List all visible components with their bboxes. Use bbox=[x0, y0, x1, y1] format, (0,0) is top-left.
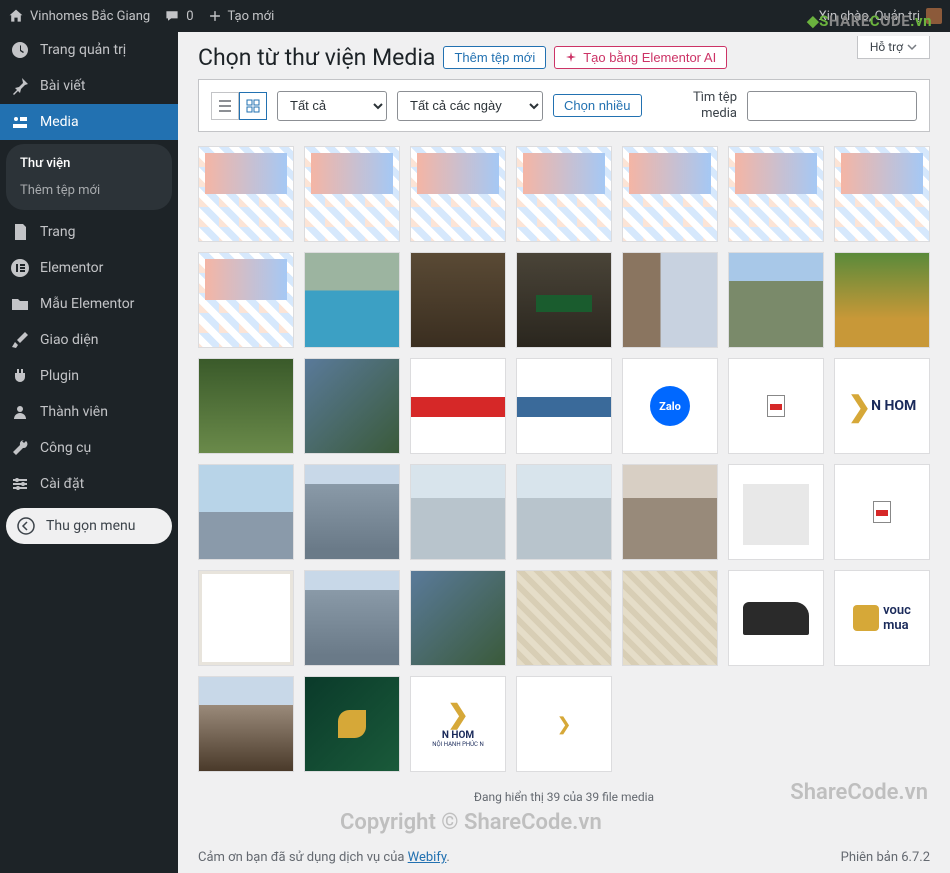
filter-date-select[interactable]: Tất cả các ngày bbox=[397, 91, 543, 121]
menu-elementor-templates[interactable]: Mẫu Elementor bbox=[0, 286, 178, 322]
plus-icon bbox=[208, 9, 222, 23]
search-label: Tìm tệpmedia bbox=[693, 90, 737, 121]
media-tile[interactable] bbox=[304, 464, 400, 560]
media-tile[interactable] bbox=[198, 146, 294, 242]
media-tile[interactable] bbox=[516, 146, 612, 242]
media-tile[interactable] bbox=[410, 358, 506, 454]
media-tile[interactable] bbox=[198, 464, 294, 560]
media-tile[interactable] bbox=[834, 464, 930, 560]
sparkle-icon bbox=[565, 52, 577, 64]
dashboard-icon bbox=[10, 40, 30, 60]
new-content-link[interactable]: Tạo mới bbox=[208, 9, 275, 24]
media-tile[interactable] bbox=[410, 146, 506, 242]
elementor-ai-button[interactable]: Tạo bằng Elementor AI bbox=[554, 46, 727, 69]
folder-icon bbox=[10, 294, 30, 314]
footer-link[interactable]: Webify bbox=[408, 850, 447, 865]
menu-dashboard[interactable]: Trang quản trị bbox=[0, 32, 178, 68]
menu-settings[interactable]: Cài đặt bbox=[0, 466, 178, 502]
media-tile[interactable] bbox=[198, 252, 294, 348]
page-icon bbox=[10, 222, 30, 242]
search-input[interactable] bbox=[747, 91, 917, 121]
media-tile[interactable] bbox=[622, 464, 718, 560]
media-tile[interactable] bbox=[622, 570, 718, 666]
menu-users[interactable]: Thành viên bbox=[0, 394, 178, 430]
submenu-add-new[interactable]: Thêm tệp mới bbox=[6, 177, 172, 204]
admin-sidebar: Trang quản trị Bài viết Media Thư viện T… bbox=[0, 32, 178, 873]
menu-elementor[interactable]: Elementor bbox=[0, 250, 178, 286]
settings-icon bbox=[10, 474, 30, 494]
media-tile[interactable] bbox=[304, 252, 400, 348]
media-grid: Zalo ❯N HOM voucmua ❯N HOMNỘI HẠNH PHÚC N❯ bbox=[198, 146, 930, 772]
page-title: Chọn từ thư viện Media bbox=[198, 44, 435, 71]
media-tile[interactable]: ❯N HOM bbox=[834, 358, 930, 454]
bulk-select-button[interactable]: Chọn nhiều bbox=[553, 94, 642, 117]
elementor-icon bbox=[10, 258, 30, 278]
media-tile[interactable] bbox=[728, 464, 824, 560]
media-tile[interactable] bbox=[304, 676, 400, 772]
comment-icon bbox=[164, 8, 180, 24]
menu-plugins[interactable]: Plugin bbox=[0, 358, 178, 394]
view-list-button[interactable] bbox=[211, 92, 239, 120]
submenu-library[interactable]: Thư viện bbox=[6, 150, 172, 177]
media-tile[interactable] bbox=[410, 252, 506, 348]
media-tile[interactable] bbox=[410, 570, 506, 666]
content-area: Chọn từ thư viện Media Thêm tệp mới Tạo … bbox=[178, 32, 950, 873]
media-tile[interactable] bbox=[304, 358, 400, 454]
menu-pages[interactable]: Trang bbox=[0, 214, 178, 250]
media-tile[interactable]: voucmua bbox=[834, 570, 930, 666]
media-submenu: Thư viện Thêm tệp mới bbox=[6, 144, 172, 210]
home-icon bbox=[8, 8, 24, 24]
media-tile[interactable] bbox=[304, 146, 400, 242]
filter-bar: Tất cả Tất cả các ngày Chọn nhiều Tìm tệ… bbox=[198, 79, 930, 132]
admin-bar: Vinhomes Bắc Giang 0 Tạo mới Xin chào, Q… bbox=[0, 0, 950, 32]
filter-type-select[interactable]: Tất cả bbox=[277, 91, 387, 121]
view-toggle bbox=[211, 92, 267, 120]
grid-icon bbox=[245, 98, 261, 114]
user-icon bbox=[10, 402, 30, 422]
media-tile[interactable] bbox=[198, 570, 294, 666]
media-tile[interactable] bbox=[834, 146, 930, 242]
pin-icon bbox=[10, 76, 30, 96]
media-tile[interactable]: ❯N HOMNỘI HẠNH PHÚC N bbox=[410, 676, 506, 772]
menu-appearance[interactable]: Giao diện bbox=[0, 322, 178, 358]
media-tile[interactable] bbox=[198, 358, 294, 454]
footer-thanks: Cảm ơn bạn đã sử dụng dịch vụ của Webify… bbox=[198, 850, 450, 865]
heading-row: Chọn từ thư viện Media Thêm tệp mới Tạo … bbox=[198, 32, 930, 79]
media-tile[interactable]: ❯ bbox=[516, 676, 612, 772]
media-tile[interactable] bbox=[410, 464, 506, 560]
media-icon bbox=[10, 112, 30, 132]
menu-posts[interactable]: Bài viết bbox=[0, 68, 178, 104]
comments-link[interactable]: 0 bbox=[164, 8, 193, 24]
media-tile[interactable] bbox=[728, 146, 824, 242]
avatar bbox=[926, 8, 942, 24]
media-tile[interactable] bbox=[516, 252, 612, 348]
media-tile[interactable] bbox=[622, 252, 718, 348]
collapse-icon bbox=[16, 516, 36, 536]
wrench-icon bbox=[10, 438, 30, 458]
menu-tools[interactable]: Công cụ bbox=[0, 430, 178, 466]
media-tile[interactable] bbox=[728, 358, 824, 454]
footer-version: Phiên bản 6.7.2 bbox=[841, 850, 930, 865]
media-tile[interactable] bbox=[516, 570, 612, 666]
collapse-menu[interactable]: Thu gọn menu bbox=[6, 508, 172, 544]
media-tile[interactable] bbox=[834, 252, 930, 348]
media-tile[interactable] bbox=[198, 676, 294, 772]
media-tile[interactable] bbox=[622, 146, 718, 242]
media-tile[interactable]: Zalo bbox=[622, 358, 718, 454]
add-new-button[interactable]: Thêm tệp mới bbox=[443, 46, 546, 69]
media-tile[interactable] bbox=[516, 464, 612, 560]
view-grid-button[interactable] bbox=[239, 92, 267, 120]
media-tile[interactable] bbox=[728, 570, 824, 666]
media-tile[interactable] bbox=[516, 358, 612, 454]
footer: Cảm ơn bạn đã sử dụng dịch vụ của Webify… bbox=[198, 844, 930, 873]
list-icon bbox=[217, 98, 233, 114]
site-link[interactable]: Vinhomes Bắc Giang bbox=[8, 8, 150, 24]
menu-media[interactable]: Media bbox=[0, 104, 178, 140]
media-tile[interactable] bbox=[728, 252, 824, 348]
brush-icon bbox=[10, 330, 30, 350]
status-text: Đang hiển thị 39 của 39 file media bbox=[198, 772, 930, 844]
user-greeting[interactable]: Xin chào, Quản trị bbox=[819, 8, 942, 24]
media-tile[interactable] bbox=[304, 570, 400, 666]
plug-icon bbox=[10, 366, 30, 386]
